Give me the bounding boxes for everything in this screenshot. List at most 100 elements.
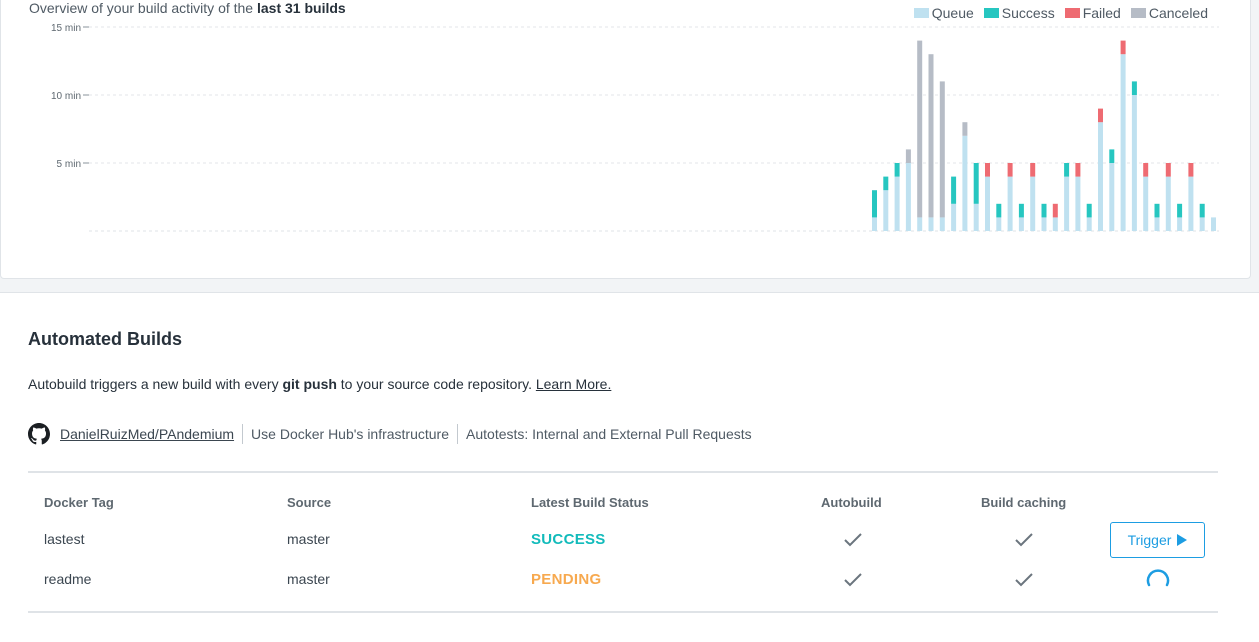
header-build-status: Latest Build Status: [531, 495, 649, 510]
bar-success[interactable]: [996, 203, 1002, 218]
bar-success[interactable]: [951, 176, 957, 204]
bar-queue[interactable]: [1064, 176, 1070, 231]
bar-failed[interactable]: [1143, 163, 1149, 177]
bar-queue[interactable]: [1211, 217, 1216, 231]
bar-failed[interactable]: [1188, 163, 1194, 177]
bar-queue[interactable]: [1098, 122, 1103, 231]
github-icon: [28, 423, 50, 445]
build-activity-card: Overview of your build activity of the l…: [0, 0, 1251, 279]
bar-queue[interactable]: [1143, 176, 1149, 231]
bar-queue[interactable]: [1109, 163, 1115, 231]
bar-success[interactable]: [872, 190, 877, 218]
bar-queue[interactable]: [1177, 217, 1183, 231]
autotests-text: Autotests: Internal and External Pull Re…: [466, 426, 752, 442]
play-icon: [1177, 534, 1188, 546]
bar-queue[interactable]: [1086, 217, 1092, 231]
desc-suffix: to your source code repository.: [336, 376, 536, 392]
bar-success[interactable]: [894, 163, 900, 177]
bar-success[interactable]: [1131, 81, 1137, 95]
bar-failed[interactable]: [1007, 163, 1013, 177]
bar-canceled[interactable]: [905, 149, 911, 163]
bar-queue[interactable]: [928, 217, 934, 231]
learn-more-link[interactable]: Learn More.: [536, 376, 611, 392]
bar-failed[interactable]: [1052, 203, 1058, 218]
bar-queue[interactable]: [973, 203, 979, 231]
bar-queue[interactable]: [917, 217, 923, 231]
row-tag: lastest: [44, 531, 85, 547]
bar-queue[interactable]: [1052, 217, 1058, 231]
status-success: SUCCESS: [531, 531, 606, 548]
check-icon: [1015, 573, 1033, 587]
bar-canceled[interactable]: [962, 122, 968, 136]
row-tag: readme: [44, 571, 92, 587]
trigger-button[interactable]: Trigger: [1110, 522, 1205, 558]
automated-builds-card: Automated Builds Autobuild triggers a ne…: [0, 292, 1259, 642]
bar-queue[interactable]: [1018, 217, 1024, 231]
bar-queue[interactable]: [1030, 176, 1036, 231]
check-icon: [1015, 533, 1033, 547]
bar-queue[interactable]: [1154, 217, 1160, 231]
bar-canceled[interactable]: [917, 40, 923, 218]
bar-queue[interactable]: [1199, 217, 1205, 231]
bar-queue[interactable]: [872, 217, 877, 231]
row-source: master: [287, 571, 330, 587]
check-icon: [844, 533, 862, 547]
bar-success[interactable]: [973, 163, 979, 204]
bar-failed[interactable]: [1075, 163, 1081, 177]
row-source: master: [287, 531, 330, 547]
bar-queue[interactable]: [962, 135, 968, 231]
check-icon: [844, 573, 862, 587]
bar-failed[interactable]: [1098, 108, 1103, 123]
bar-success[interactable]: [1154, 203, 1160, 218]
bar-success[interactable]: [1086, 203, 1092, 218]
header-docker-tag: Docker Tag: [44, 495, 114, 510]
status-pending: PENDING: [531, 571, 602, 588]
bar-failed[interactable]: [1165, 163, 1171, 177]
section-title: Automated Builds: [28, 329, 183, 349]
build-rules-table: Docker Tag Source Latest Build Status Au…: [28, 471, 1218, 613]
bar-queue[interactable]: [939, 217, 945, 231]
divider: [457, 424, 459, 444]
bar-success[interactable]: [883, 176, 889, 191]
bar-success[interactable]: [1064, 163, 1070, 177]
bar-queue[interactable]: [905, 163, 911, 231]
bar-success[interactable]: [1199, 203, 1205, 218]
trigger-label: Trigger: [1127, 532, 1172, 548]
bar-success[interactable]: [1177, 203, 1183, 218]
bar-queue[interactable]: [996, 217, 1002, 231]
bar-queue[interactable]: [1075, 176, 1081, 231]
bar-success[interactable]: [1018, 203, 1024, 218]
bar-queue[interactable]: [1007, 176, 1013, 231]
bar-queue[interactable]: [894, 176, 900, 231]
y-tick-label: 5 min: [57, 159, 81, 170]
repo-link[interactable]: DanielRuizMed/PAndemium: [60, 426, 234, 442]
bar-queue[interactable]: [1165, 176, 1171, 231]
header-autobuild: Autobuild: [821, 495, 882, 510]
infrastructure-text: Use Docker Hub's infrastructure: [251, 426, 450, 442]
bar-queue[interactable]: [985, 176, 990, 231]
autobuild-description: Autobuild triggers a new build with ever…: [28, 376, 611, 392]
bar-queue[interactable]: [951, 203, 957, 231]
header-build-caching: Build caching: [981, 495, 1067, 510]
bar-success[interactable]: [1041, 203, 1047, 218]
desc-prefix: Autobuild triggers a new build with ever…: [28, 376, 283, 392]
bar-queue[interactable]: [1188, 176, 1194, 231]
divider: [242, 424, 244, 444]
bar-canceled[interactable]: [939, 81, 945, 218]
bar-success[interactable]: [1109, 149, 1115, 163]
bar-failed[interactable]: [985, 163, 990, 177]
bar-failed[interactable]: [1030, 163, 1036, 177]
bar-queue[interactable]: [883, 190, 889, 231]
y-tick-label: 15 min: [51, 23, 81, 34]
bar-queue[interactable]: [1120, 54, 1126, 232]
desc-bold: git push: [282, 376, 337, 392]
y-tick-label: 10 min: [51, 91, 81, 102]
repo-info: DanielRuizMed/PAndemium Use Docker Hub's…: [28, 423, 752, 445]
bar-queue[interactable]: [1041, 217, 1047, 231]
build-activity-chart: 15 min 10 min 5 min: [51, 23, 1219, 232]
bar-canceled[interactable]: [928, 54, 934, 218]
bar-queue[interactable]: [1131, 95, 1137, 231]
header-source: Source: [287, 495, 332, 510]
spinner-icon: [1146, 569, 1170, 587]
bar-failed[interactable]: [1120, 40, 1126, 55]
